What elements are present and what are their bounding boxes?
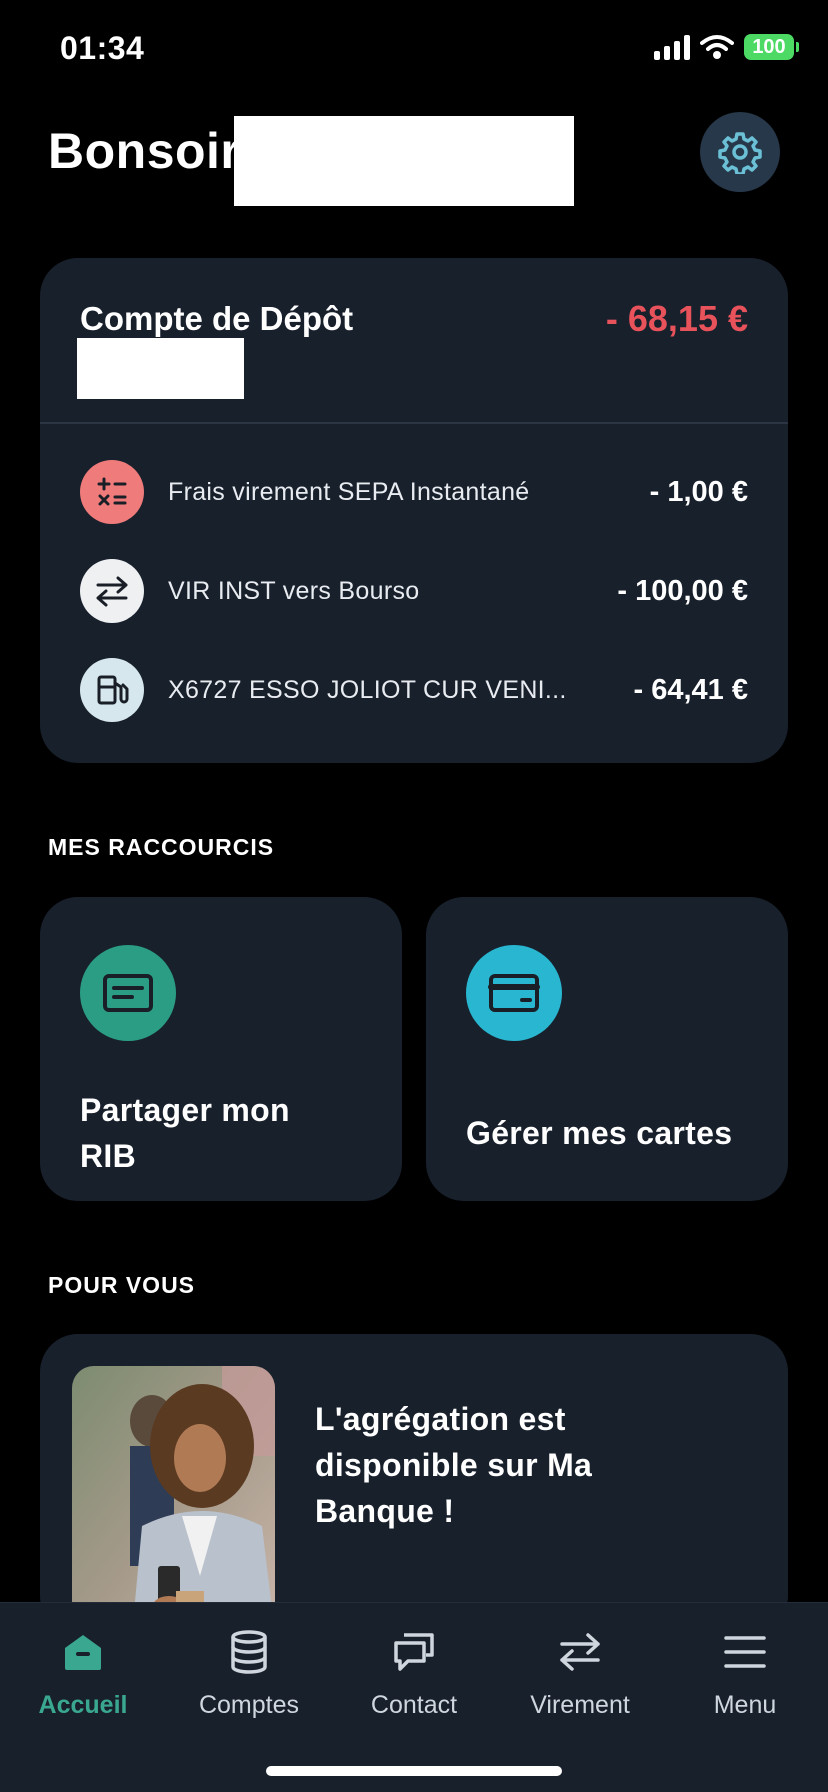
transaction-amount: - 100,00 €: [617, 574, 748, 607]
wifi-icon: [700, 35, 734, 59]
tab-contact[interactable]: Contact: [331, 1627, 497, 1737]
transfer-arrows-icon: [80, 559, 144, 623]
transaction-amount: - 1,00 €: [649, 475, 748, 508]
manage-cards-shortcut[interactable]: Gérer mes cartes: [426, 897, 788, 1201]
account-card[interactable]: Compte de Dépôt - 68,15 € Frais virement…: [40, 258, 788, 763]
tab-menu[interactable]: Menu: [662, 1627, 828, 1737]
tab-label: Virement: [530, 1691, 630, 1719]
promo-card[interactable]: L'agrégation est disponible sur Ma Banqu…: [40, 1334, 788, 1634]
redacted-user-name: [234, 116, 574, 206]
transaction-label: X6727 ESSO JOLIOT CUR VENI...: [168, 675, 567, 704]
gear-icon: [718, 132, 762, 174]
for-you-section-title: POUR VOUS: [48, 1272, 196, 1298]
credit-card-icon: [466, 945, 562, 1041]
rib-card-icon: [80, 945, 176, 1041]
calculator-icon: [80, 460, 144, 524]
promo-photo-woman-with-phone: [72, 1366, 275, 1634]
shortcut-label: Gérer mes cartes: [466, 1115, 733, 1151]
battery-indicator: 100: [744, 34, 799, 60]
transaction-amount: - 64,41 €: [633, 673, 748, 706]
chat-bubbles-icon: [389, 1627, 439, 1677]
promo-text: L'agrégation est disponible sur Ma Banqu…: [315, 1401, 593, 1529]
settings-button[interactable]: [700, 112, 780, 192]
status-time: 01:34: [60, 30, 145, 66]
tab-label: Accueil: [38, 1691, 128, 1719]
shortcuts-section-title: MES RACCOURCIS: [48, 834, 275, 860]
account-balance: - 68,15 €: [605, 298, 748, 339]
tab-label: Comptes: [198, 1691, 300, 1719]
status-bar: 01:34 100: [0, 0, 828, 100]
share-rib-shortcut[interactable]: Partager mon RIB: [40, 897, 402, 1201]
tab-label: Contact: [370, 1691, 458, 1719]
transfer-arrows-icon: [555, 1627, 605, 1677]
home-icon: [58, 1627, 108, 1677]
transaction-label: Frais virement SEPA Instantané: [168, 477, 530, 506]
hamburger-menu-icon: [720, 1627, 770, 1677]
status-icons: 100: [654, 34, 799, 60]
greeting-title: Bonsoir: [48, 123, 241, 179]
cellular-signal-icon: [654, 34, 690, 60]
redacted-account-number: [77, 338, 244, 399]
database-icon: [224, 1627, 274, 1677]
fuel-pump-icon: [80, 658, 144, 722]
tab-label: Menu: [713, 1691, 777, 1719]
account-title: Compte de Dépôt: [80, 300, 354, 337]
shortcut-label: Partager mon RIB: [80, 1092, 290, 1174]
transaction-row[interactable]: Frais virement SEPA Instantané - 1,00 €: [80, 459, 748, 525]
tab-virement[interactable]: Virement: [497, 1627, 663, 1737]
tab-comptes[interactable]: Comptes: [166, 1627, 332, 1737]
bottom-tab-bar: Accueil Comptes Contact Virement Menu: [0, 1602, 828, 1792]
home-indicator[interactable]: [266, 1766, 562, 1776]
tab-accueil[interactable]: Accueil: [0, 1627, 166, 1737]
transaction-row[interactable]: VIR INST vers Bourso - 100,00 €: [80, 558, 748, 624]
divider: [40, 422, 788, 424]
transaction-label: VIR INST vers Bourso: [168, 576, 420, 605]
transaction-row[interactable]: X6727 ESSO JOLIOT CUR VENI... - 64,41 €: [80, 657, 748, 723]
